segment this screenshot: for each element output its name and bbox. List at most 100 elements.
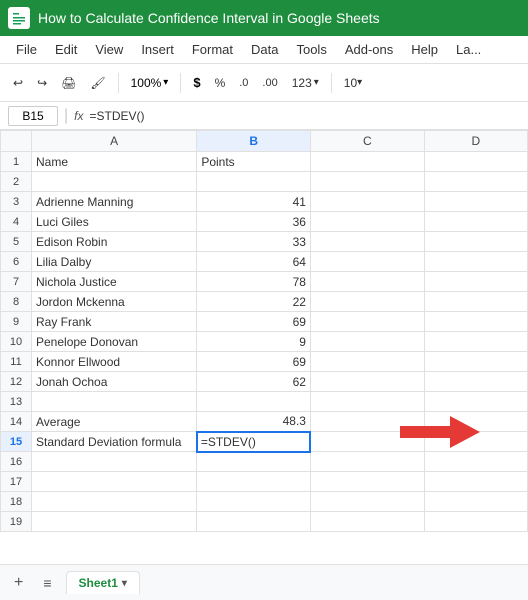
cell-9-d[interactable] — [424, 312, 527, 332]
cell-7-d[interactable] — [424, 272, 527, 292]
cell-1-b[interactable]: Points — [197, 152, 311, 172]
cell-7-a[interactable]: Nichola Justice — [32, 272, 197, 292]
row-header-16[interactable]: 16 — [1, 452, 32, 472]
menu-insert[interactable]: Insert — [133, 39, 182, 60]
cell-17-c[interactable] — [310, 472, 424, 492]
currency-button[interactable]: $ — [188, 72, 205, 93]
menu-view[interactable]: View — [87, 39, 131, 60]
cell-14-b[interactable]: 48.3 — [197, 412, 311, 432]
cell-18-d[interactable] — [424, 492, 527, 512]
cell-6-c[interactable] — [310, 252, 424, 272]
cell-1-a[interactable]: Name — [32, 152, 197, 172]
cell-8-d[interactable] — [424, 292, 527, 312]
cell-16-b[interactable] — [197, 452, 311, 472]
menu-edit[interactable]: Edit — [47, 39, 85, 60]
cell-reference-input[interactable] — [8, 106, 58, 126]
cell-18-c[interactable] — [310, 492, 424, 512]
cell-2-d[interactable] — [424, 172, 527, 192]
cell-8-a[interactable]: Jordon Mckenna — [32, 292, 197, 312]
cell-5-a[interactable]: Edison Robin — [32, 232, 197, 252]
cell-2-a[interactable] — [32, 172, 197, 192]
format-number-button[interactable]: 123 ▾ — [287, 73, 324, 93]
sheet-tab-sheet1[interactable]: Sheet1 ▾ — [66, 571, 140, 594]
cell-19-d[interactable] — [424, 512, 527, 532]
col-header-d[interactable]: D — [424, 131, 527, 152]
cell-1-c[interactable] — [310, 152, 424, 172]
cell-13-d[interactable] — [424, 392, 527, 412]
row-header-10[interactable]: 10 — [1, 332, 32, 352]
cell-12-b[interactable]: 62 — [197, 372, 311, 392]
paint-format-button[interactable]: 🖌 — [85, 73, 110, 93]
cell-3-c[interactable] — [310, 192, 424, 212]
cell-3-a[interactable]: Adrienne Manning — [32, 192, 197, 212]
row-header-11[interactable]: 11 — [1, 352, 32, 372]
cell-11-c[interactable] — [310, 352, 424, 372]
cell-3-b[interactable]: 41 — [197, 192, 311, 212]
cell-4-d[interactable] — [424, 212, 527, 232]
decimal-decrease-button[interactable]: .0 — [234, 74, 253, 92]
decimal-increase-button[interactable]: .00 — [257, 74, 282, 92]
cell-10-a[interactable]: Penelope Donovan — [32, 332, 197, 352]
cell-9-a[interactable]: Ray Frank — [32, 312, 197, 332]
row-header-6[interactable]: 6 — [1, 252, 32, 272]
cell-4-a[interactable]: Luci Giles — [32, 212, 197, 232]
undo-button[interactable]: ↩ — [8, 73, 28, 93]
cell-19-c[interactable] — [310, 512, 424, 532]
cell-8-b[interactable]: 22 — [197, 292, 311, 312]
row-header-12[interactable]: 12 — [1, 372, 32, 392]
cell-17-d[interactable] — [424, 472, 527, 492]
menu-data[interactable]: Data — [243, 39, 286, 60]
cell-3-d[interactable] — [424, 192, 527, 212]
cell-7-b[interactable]: 78 — [197, 272, 311, 292]
row-header-2[interactable]: 2 — [1, 172, 32, 192]
cell-18-b[interactable] — [197, 492, 311, 512]
cell-7-c[interactable] — [310, 272, 424, 292]
cell-11-a[interactable]: Konnor Ellwood — [32, 352, 197, 372]
row-header-13[interactable]: 13 — [1, 392, 32, 412]
menu-addons[interactable]: Add-ons — [337, 39, 401, 60]
cell-13-b[interactable] — [197, 392, 311, 412]
cell-4-b[interactable]: 36 — [197, 212, 311, 232]
cell-10-b[interactable]: 9 — [197, 332, 311, 352]
menu-tools[interactable]: Tools — [288, 39, 334, 60]
cell-19-a[interactable] — [32, 512, 197, 532]
cell-19-b[interactable] — [197, 512, 311, 532]
cell-5-d[interactable] — [424, 232, 527, 252]
cell-16-a[interactable] — [32, 452, 197, 472]
row-header-7[interactable]: 7 — [1, 272, 32, 292]
row-header-5[interactable]: 5 — [1, 232, 32, 252]
zoom-control[interactable]: 100% ▾ — [126, 73, 174, 93]
col-header-b[interactable]: B — [197, 131, 311, 152]
cell-1-d[interactable] — [424, 152, 527, 172]
row-header-1[interactable]: 1 — [1, 152, 32, 172]
cell-10-c[interactable] — [310, 332, 424, 352]
row-header-17[interactable]: 17 — [1, 472, 32, 492]
cell-17-a[interactable] — [32, 472, 197, 492]
cell-10-d[interactable] — [424, 332, 527, 352]
percent-button[interactable]: % — [210, 73, 231, 93]
cell-6-d[interactable] — [424, 252, 527, 272]
cell-8-c[interactable] — [310, 292, 424, 312]
font-size-button[interactable]: 10 ▾ — [339, 73, 367, 93]
menu-more[interactable]: La... — [448, 39, 489, 60]
cell-17-b[interactable] — [197, 472, 311, 492]
cell-16-d[interactable] — [424, 452, 527, 472]
cell-12-c[interactable] — [310, 372, 424, 392]
cell-9-c[interactable] — [310, 312, 424, 332]
row-header-8[interactable]: 8 — [1, 292, 32, 312]
cell-11-b[interactable]: 69 — [197, 352, 311, 372]
row-header-4[interactable]: 4 — [1, 212, 32, 232]
menu-help[interactable]: Help — [403, 39, 446, 60]
cell-16-c[interactable] — [310, 452, 424, 472]
cell-2-b[interactable] — [197, 172, 311, 192]
redo-button[interactable]: ↪ — [32, 73, 52, 93]
cell-6-b[interactable]: 64 — [197, 252, 311, 272]
row-header-19[interactable]: 19 — [1, 512, 32, 532]
sheet-list-button[interactable]: ≡ — [37, 573, 57, 593]
row-header-14[interactable]: 14 — [1, 412, 32, 432]
print-button[interactable]: 🖨 — [56, 73, 81, 93]
cell-15-a[interactable]: Standard Deviation formula — [32, 432, 197, 452]
formula-input[interactable] — [90, 109, 521, 123]
cell-4-c[interactable] — [310, 212, 424, 232]
cell-5-b[interactable]: 33 — [197, 232, 311, 252]
